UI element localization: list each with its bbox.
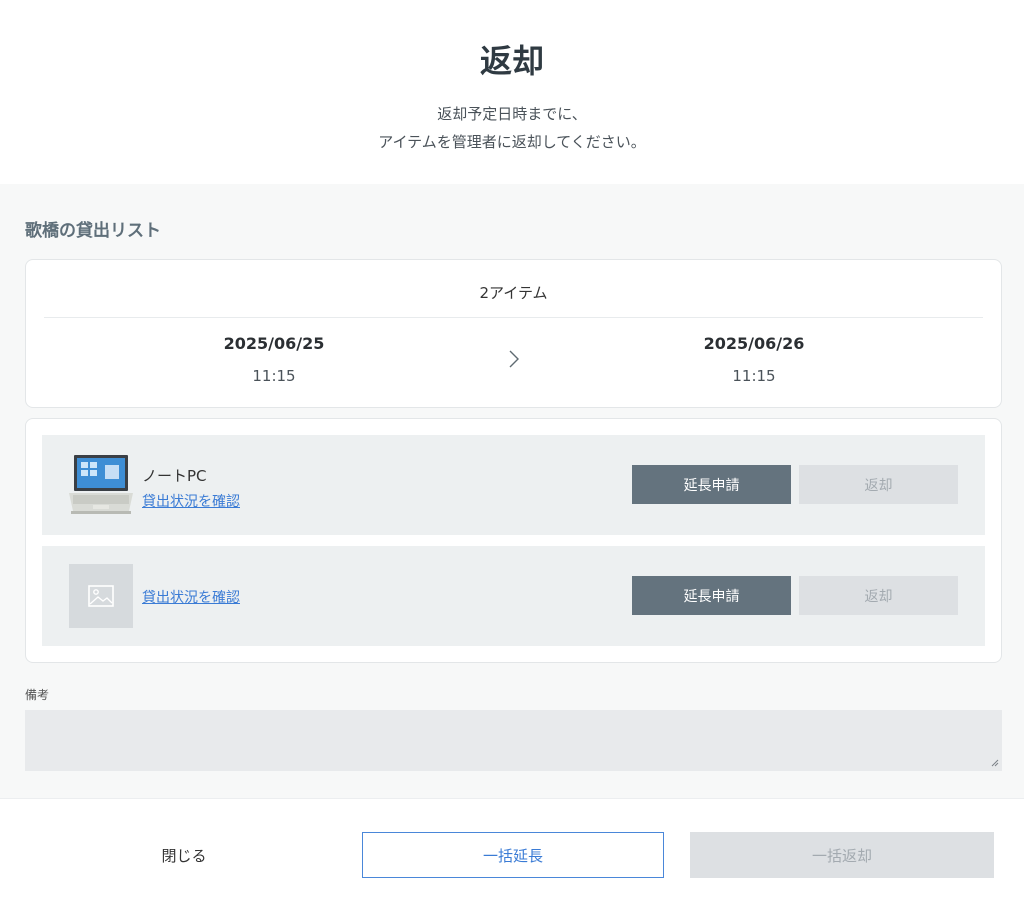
- page-title: 返却: [479, 42, 544, 80]
- instructions-line-2: アイテムを管理者に返却してください。: [378, 133, 646, 151]
- bulk-extend-button[interactable]: 一括延長: [362, 832, 664, 878]
- resize-handle-icon[interactable]: [991, 759, 999, 767]
- extension-request-button[interactable]: 延長申請: [632, 576, 791, 615]
- loan-list-section: 歌橋の貸出リスト 2アイテム 2025/06/25 11:15 2025/06/…: [0, 184, 1024, 798]
- check-loan-status-link[interactable]: 貸出状況を確認: [142, 587, 240, 607]
- item-count: 2アイテム: [479, 284, 548, 302]
- start-date: 2025/06/25: [223, 334, 325, 353]
- instructions: 返却予定日時までに、 アイテムを管理者に返却してください。: [0, 100, 1024, 156]
- loan-summary-card: 2アイテム 2025/06/25 11:15 2025/06/26 11:15: [25, 259, 1002, 408]
- close-button[interactable]: 閉じる: [84, 832, 284, 878]
- list-title: 歌橋の貸出リスト: [25, 221, 161, 241]
- footer-actions: 閉じる 一括延長 一括返却: [0, 798, 1024, 907]
- notes-label: 備考: [25, 688, 50, 702]
- return-button[interactable]: 返却: [799, 576, 958, 615]
- modal-header: 返却 返却予定日時までに、 アイテムを管理者に返却してください。: [0, 0, 1024, 184]
- image-placeholder-icon: [69, 564, 133, 628]
- instructions-line-1: 返却予定日時までに、: [437, 105, 587, 123]
- start-datetime: 2025/06/25 11:15: [124, 334, 424, 385]
- divider: [44, 317, 983, 318]
- end-datetime: 2025/06/26 11:15: [604, 334, 904, 385]
- chevron-right-icon: [509, 350, 519, 368]
- end-date: 2025/06/26: [703, 334, 805, 353]
- return-button[interactable]: 返却: [799, 465, 958, 504]
- list-item: 貸出状況を確認 延長申請 返却: [42, 546, 985, 646]
- laptop-image: [69, 455, 133, 514]
- start-time: 11:15: [252, 367, 296, 385]
- extension-request-button[interactable]: 延長申請: [632, 465, 791, 504]
- image-icon: [88, 585, 114, 607]
- check-loan-status-link[interactable]: 貸出状況を確認: [142, 491, 240, 511]
- list-item: ノートPC 貸出状況を確認 延長申請 返却: [42, 435, 985, 535]
- items-card: ノートPC 貸出状況を確認 延長申請 返却 貸出状況を確認 延長申請 返却: [25, 418, 1002, 663]
- notes-field[interactable]: [25, 710, 1002, 771]
- item-name: ノートPC: [142, 467, 207, 485]
- end-time: 11:15: [732, 367, 776, 385]
- bulk-return-button[interactable]: 一括返却: [690, 832, 994, 878]
